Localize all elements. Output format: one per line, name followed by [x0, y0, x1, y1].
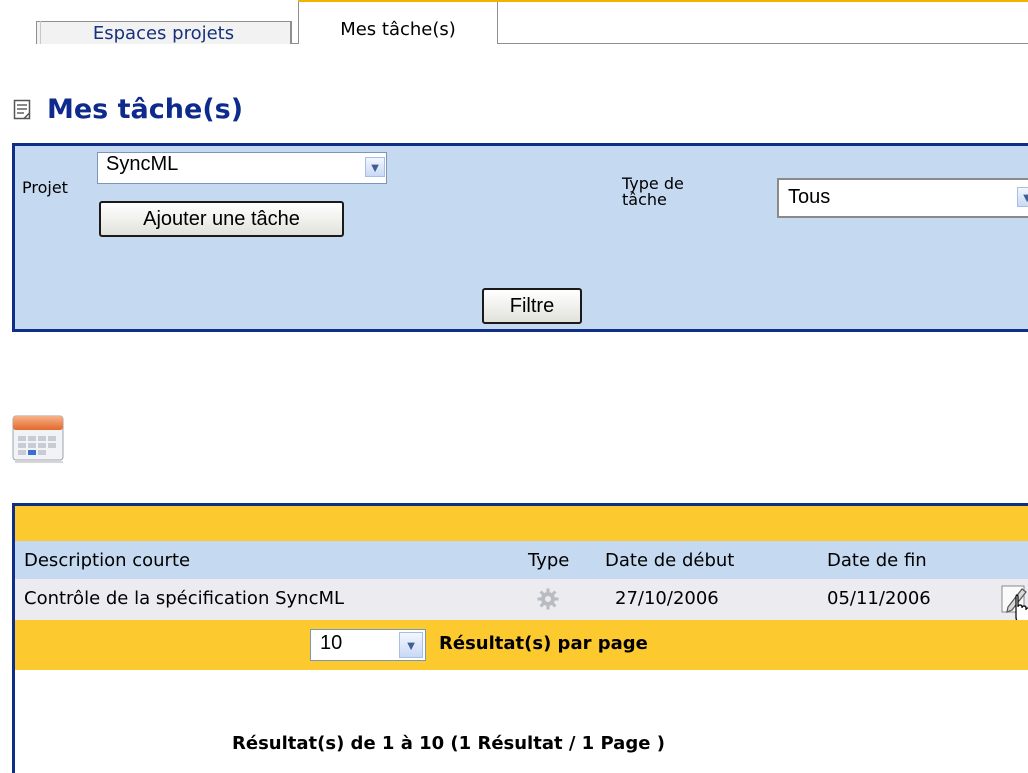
task-type-select-value: Tous [788, 186, 831, 208]
table-header-row: Description courte Type Date de début Da… [15, 541, 1028, 579]
results-summary: Résultat(s) de 1 à 10 (1 Résultat / 1 Pa… [232, 733, 665, 754]
column-header-description[interactable]: Description courte [24, 550, 190, 571]
column-header-type[interactable]: Type [528, 550, 569, 571]
notepad-icon [13, 99, 31, 119]
table-row[interactable]: Contrôle de la spécification SyncML 27/1… [15, 579, 1028, 624]
tab-mes-taches[interactable]: Mes tâche(s) [291, 2, 498, 44]
page-header: Mes tâche(s) [13, 94, 243, 125]
task-start-date: 27/10/2006 [615, 588, 719, 609]
tab-label: Mes tâche(s) [340, 19, 456, 40]
project-select-value: SyncML [106, 153, 179, 175]
page-size-value: 10 [320, 632, 343, 654]
gear-icon [537, 588, 559, 610]
task-type-select[interactable]: Tous ▼ [777, 178, 1028, 218]
filter-button[interactable]: Filtre [482, 288, 582, 324]
chevron-down-icon[interactable]: ▼ [365, 157, 385, 177]
results-table: Description courte Type Date de début Da… [12, 503, 1028, 773]
chevron-down-icon[interactable]: ▼ [1017, 187, 1028, 207]
per-page-label: Résultat(s) par page [439, 633, 648, 654]
task-description[interactable]: Contrôle de la spécification SyncML [24, 588, 344, 609]
table-header-band [15, 506, 1028, 541]
tab-label: Espaces projets [92, 22, 235, 44]
pagination-bar: 10 ▼ Résultat(s) par page [15, 620, 1028, 670]
task-end-date: 05/11/2006 [827, 588, 931, 609]
project-select[interactable]: SyncML ▼ [97, 152, 387, 184]
task-type-label-line2: tâche [622, 190, 667, 209]
project-label: Projet [22, 178, 68, 197]
chevron-down-icon[interactable]: ▼ [399, 632, 423, 658]
page-title: Mes tâche(s) [47, 94, 244, 125]
tab-espaces-projets[interactable]: Espaces projets [36, 21, 291, 44]
add-task-button[interactable]: Ajouter une tâche [99, 201, 344, 237]
column-header-end-date[interactable]: Date de fin [827, 550, 927, 571]
calendar-icon[interactable] [12, 414, 66, 464]
task-type-label: Type de tâche [622, 176, 684, 208]
filter-panel: Projet SyncML ▼ Ajouter une tâche Type d… [12, 143, 1028, 332]
page-size-select[interactable]: 10 ▼ [310, 629, 426, 661]
column-header-start-date[interactable]: Date de début [605, 550, 734, 571]
tab-bar: Espaces projets Mes tâche(s) [0, 0, 1028, 44]
